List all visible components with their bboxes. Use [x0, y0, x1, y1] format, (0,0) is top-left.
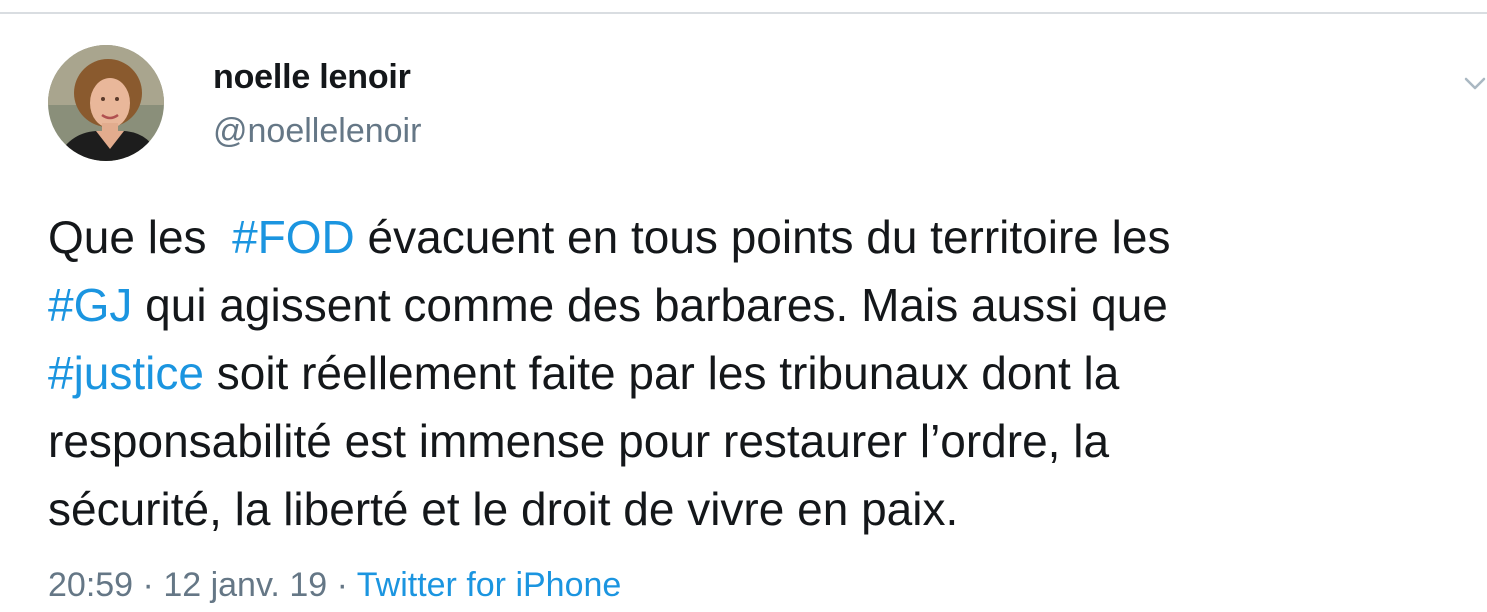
tweet-line: #GJ qui agissent comme des barbares. Mai…: [48, 271, 1468, 339]
text-segment: sécurité, la liberté et le droit de vivr…: [48, 483, 959, 535]
avatar[interactable]: [48, 45, 164, 161]
text-segment: qui agissent comme des barbares. Mais au…: [132, 279, 1168, 331]
tweet-time[interactable]: 20:59: [48, 566, 133, 604]
meta-separator: ·: [133, 566, 164, 604]
tweet-line: Que les #FOD évacuent en tous points du …: [48, 203, 1468, 271]
text-segment: soit réellement faite par les tribunaux …: [203, 347, 1120, 399]
tweet-line: sécurité, la liberté et le droit de vivr…: [48, 475, 1468, 543]
text-segment: responsabilité est immense pour restaure…: [48, 415, 1110, 467]
divider: [0, 12, 1487, 14]
author-handle[interactable]: @noellelenoir: [213, 112, 421, 151]
tweet-meta: 20:59 · 12 janv. 19 · Twitter for iPhone: [48, 566, 621, 605]
author-display-name[interactable]: noelle lenoir: [213, 58, 411, 97]
hashtag-link[interactable]: #GJ: [48, 279, 132, 331]
tweet-text: Que les #FOD évacuent en tous points du …: [48, 203, 1468, 543]
tweet-line: responsabilité est immense pour restaure…: [48, 407, 1468, 475]
text-segment: Que les: [48, 211, 233, 263]
tweet-card: noelle lenoir @noellelenoir Que les #FOD…: [0, 0, 1487, 612]
hashtag-link[interactable]: #justice: [48, 347, 204, 399]
text-segment: évacuent en tous points du territoire le…: [354, 211, 1171, 263]
tweet-source-link[interactable]: Twitter for iPhone: [357, 566, 622, 604]
chevron-down-icon[interactable]: [1462, 70, 1487, 96]
tweet-date[interactable]: 12 janv. 19: [163, 566, 327, 604]
meta-separator: ·: [327, 566, 357, 604]
tweet-line: #justice soit réellement faite par les t…: [48, 339, 1468, 407]
hashtag-link[interactable]: #FOD: [232, 211, 355, 263]
